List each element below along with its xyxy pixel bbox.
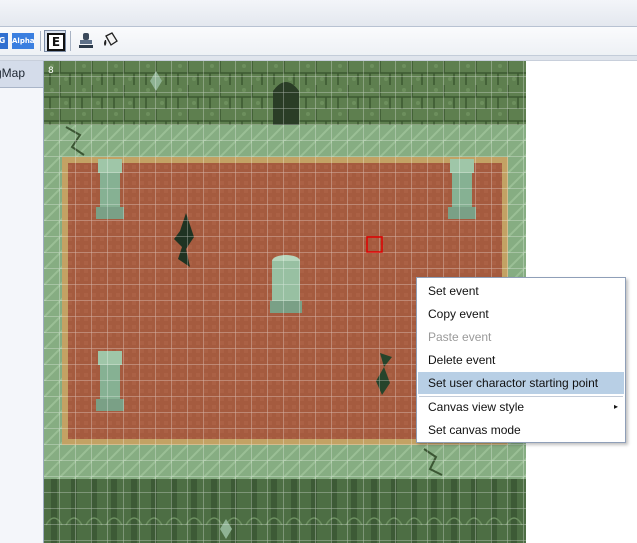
- fill-button[interactable]: [100, 30, 120, 52]
- paint-bucket-icon: [104, 32, 118, 46]
- alpha-icon: Alpha: [12, 33, 35, 49]
- stamp-icon: [79, 33, 93, 48]
- toolbar-separator: [40, 31, 41, 51]
- stamp-button[interactable]: [76, 30, 96, 52]
- menu-item-delete-event[interactable]: Delete event: [418, 349, 624, 371]
- event-mode-icon: E: [47, 33, 65, 51]
- png-icon: G: [0, 33, 8, 49]
- context-menu: Set event Copy event Paste event Delete …: [416, 277, 626, 443]
- menu-item-paste-event[interactable]: Paste event: [418, 326, 624, 348]
- menu-item-set-canvas-mode[interactable]: Set canvas mode: [418, 419, 624, 441]
- menu-item-canvas-view-style[interactable]: Canvas view style ▸: [418, 396, 624, 418]
- title-bar: [0, 0, 637, 27]
- layer-label: 8: [48, 66, 54, 76]
- menu-item-set-start-point[interactable]: Set user charactor starting point: [418, 372, 624, 394]
- menu-item-set-event[interactable]: Set event: [418, 280, 624, 302]
- toolbar-separator: [70, 31, 71, 51]
- sidebar-item-map[interactable]: gMap: [0, 61, 43, 88]
- event-mode-button[interactable]: E: [44, 30, 66, 52]
- sidebar: gMap: [0, 61, 44, 543]
- alpha-button[interactable]: Alpha: [11, 30, 35, 52]
- submenu-arrow-icon: ▸: [613, 402, 618, 411]
- png-export-button[interactable]: G: [0, 30, 9, 52]
- menu-item-copy-event[interactable]: Copy event: [418, 303, 624, 325]
- toolbar: G Alpha E: [0, 27, 637, 56]
